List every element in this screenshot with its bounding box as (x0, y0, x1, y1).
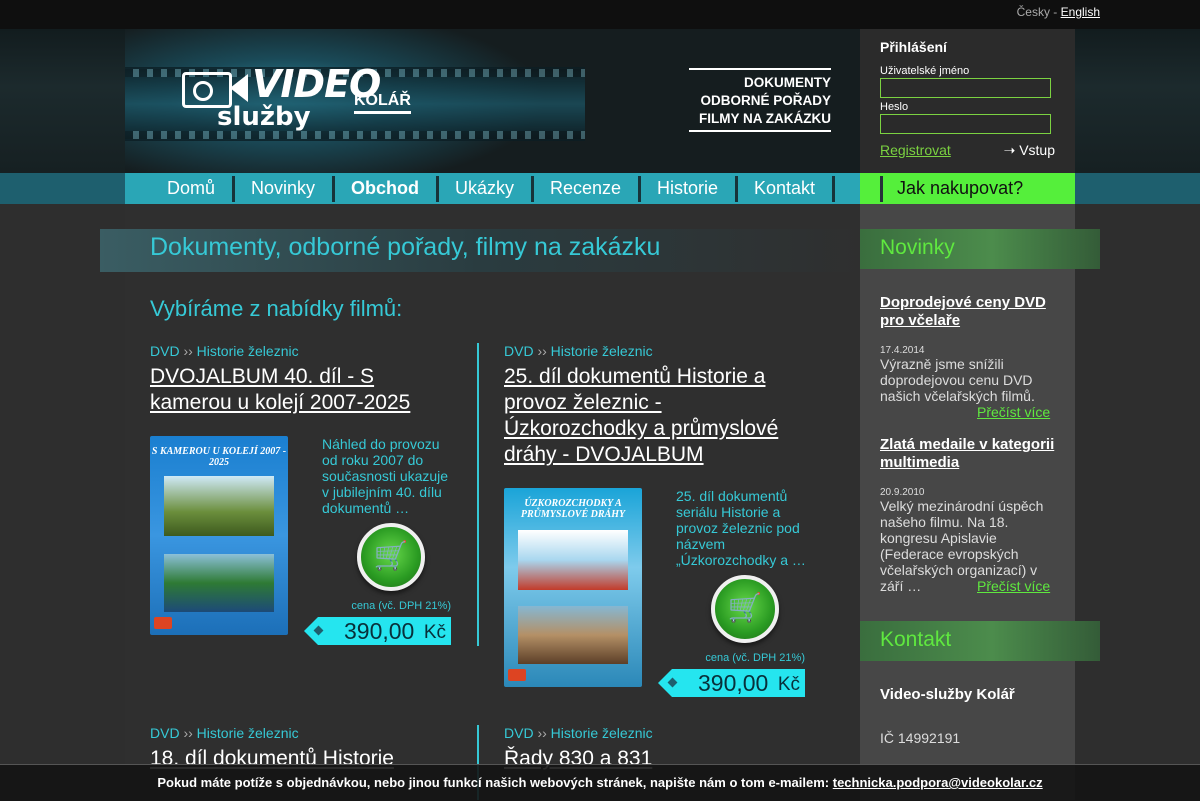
news-heading: Novinky (880, 236, 955, 259)
product-category: DVD ›› Historie železnic (150, 725, 299, 741)
product-description: 25. díl dokumentů seriálu Historie a pro… (676, 488, 806, 568)
login-submit-button[interactable]: ➝ Vstup (1004, 142, 1055, 159)
product-description: Náhled do provozu od roku 2007 do součas… (322, 436, 449, 516)
nav-divider (832, 176, 835, 202)
price-vat-label: cena (vč. DPH 21%) (351, 600, 451, 612)
page-title: Dokumenty, odborné pořady, filmy na zaká… (150, 233, 661, 261)
read-more-link[interactable]: Přečíst více (977, 404, 1050, 420)
product-category: DVD ›› Historie železnic (150, 343, 299, 359)
nav-divider (531, 176, 534, 202)
language-switcher: Česky - English (1017, 5, 1100, 19)
tagline-line: DOKUMENTY (744, 75, 831, 90)
product-card: DVD ›› Historie železnic 25. díl dokumen… (504, 343, 806, 698)
price-currency: Kč (423, 622, 446, 643)
card-divider (477, 343, 479, 646)
tagline-line: FILMY NA ZAKÁZKU (699, 111, 831, 126)
nav-item-reviews[interactable]: Recenze (550, 173, 621, 204)
category-type-link[interactable]: DVD (504, 725, 534, 741)
login-panel: Přihlášení Uživatelské jméno Heslo Regis… (860, 29, 1075, 173)
product-title-link[interactable]: 25. díl dokumentů Historie a provoz žele… (504, 364, 805, 468)
register-link[interactable]: Registrovat (880, 142, 951, 158)
news-date: 20.9.2010 (880, 487, 925, 498)
nav-item-shop[interactable]: Obchod (351, 173, 419, 204)
add-to-cart-button[interactable]: 🛒 (357, 523, 425, 591)
news-text: Výrazně jsme snížili doprodejovou cenu D… (880, 356, 1035, 404)
lang-separator: - (1049, 5, 1061, 19)
password-input[interactable] (880, 114, 1051, 134)
lang-czech[interactable]: Česky (1017, 5, 1050, 19)
category-link[interactable]: Historie železnic (551, 343, 653, 359)
product-category: DVD ›› Historie železnic (504, 725, 653, 741)
support-email-link[interactable]: technicka.podpora@videokolar.cz (833, 775, 1043, 790)
product-cover-image[interactable]: S KAMEROU U KOLEJÍ 2007 - 2025 (150, 436, 288, 635)
support-notice-bar: Pokud máte potíže s objednávkou, nebo ji… (0, 764, 1200, 801)
header-banner: VIDEO služby KOLÁŘ DOKUMENTY ODBORNÉ POŘ… (125, 29, 860, 173)
news-title-link[interactable]: Doprodejové ceny DVD pro včelaře (880, 294, 1060, 330)
price-value: 390,00 (344, 618, 415, 644)
nav-item-home[interactable]: Domů (167, 173, 215, 204)
category-link[interactable]: Historie železnic (551, 725, 653, 741)
nav-divider (232, 176, 235, 202)
nav-divider (436, 176, 439, 202)
main-nav: Domů Novinky Obchod Ukázky Recenze Histo… (0, 173, 1200, 204)
contact-company-name: Video-služby Kolář (880, 686, 1015, 703)
product-cover-image[interactable]: ÚZKOROZCHODKY A PRŮMYSLOVÉ DRÁHY (504, 488, 642, 687)
nav-divider (638, 176, 641, 202)
news-date: 17.4.2014 (880, 345, 925, 356)
logo-sluzby-text: služby (217, 102, 311, 132)
how-to-buy-tab[interactable]: Jak nakupovat? (860, 173, 1075, 204)
read-more-link[interactable]: Přečíst více (973, 578, 1051, 594)
price-tag[interactable]: 390,00 Kč (304, 617, 451, 645)
category-link[interactable]: Historie železnic (197, 725, 299, 741)
category-type-link[interactable]: DVD (150, 725, 180, 741)
tagline-line: ODBORNÉ POŘADY (700, 93, 831, 108)
category-type-link[interactable]: DVD (504, 343, 534, 359)
site-logo[interactable]: VIDEO služby KOLÁŘ (182, 62, 422, 136)
news-title-link[interactable]: Zlatá medaile v kategorii multimedia (880, 436, 1060, 472)
how-to-buy-link[interactable]: Jak nakupovat? (897, 173, 1023, 203)
cart-icon: 🛒 (727, 592, 763, 623)
logo-kolar-text: KOLÁŘ (354, 92, 411, 114)
main-menu: Domů Novinky Obchod Ukázky Recenze Histo… (125, 173, 860, 204)
nav-divider (735, 176, 738, 202)
nav-divider (332, 176, 335, 202)
section-subheading: Vybíráme z nabídky filmů: (150, 296, 403, 321)
username-input[interactable] (880, 78, 1051, 98)
category-type-link[interactable]: DVD (150, 343, 180, 359)
header-tagline: DOKUMENTY ODBORNÉ POŘADY FILMY NA ZAKÁZK… (689, 68, 831, 132)
product-title-link[interactable]: DVOJALBUM 40. díl - S kamerou u kolejí 2… (150, 364, 451, 416)
product-category: DVD ›› Historie železnic (504, 343, 653, 359)
nav-item-history[interactable]: Historie (657, 173, 718, 204)
top-bar: Česky - English (0, 0, 1200, 29)
contact-heading: Kontakt (880, 628, 952, 651)
category-link[interactable]: Historie železnic (197, 343, 299, 359)
price-vat-label: cena (vč. DPH 21%) (705, 652, 805, 664)
username-label: Uživatelské jméno (880, 65, 970, 77)
price-currency: Kč (777, 674, 800, 695)
add-to-cart-button[interactable]: 🛒 (711, 575, 779, 643)
password-label: Heslo (880, 101, 909, 113)
price-tag[interactable]: 390,00 Kč (658, 669, 805, 697)
nav-item-news[interactable]: Novinky (251, 173, 315, 204)
nav-item-contact[interactable]: Kontakt (754, 173, 815, 204)
login-title: Přihlášení (880, 39, 947, 55)
nav-item-samples[interactable]: Ukázky (455, 173, 514, 204)
support-notice-text: Pokud máte potíže s objednávkou, nebo ji… (157, 775, 833, 790)
lang-english-link[interactable]: English (1061, 5, 1100, 19)
product-card: DVD ›› Historie železnic DVOJALBUM 40. d… (150, 343, 451, 646)
contact-company-id: IČ 14992191 (880, 730, 961, 746)
cart-icon: 🛒 (373, 540, 409, 571)
price-value: 390,00 (698, 670, 769, 696)
